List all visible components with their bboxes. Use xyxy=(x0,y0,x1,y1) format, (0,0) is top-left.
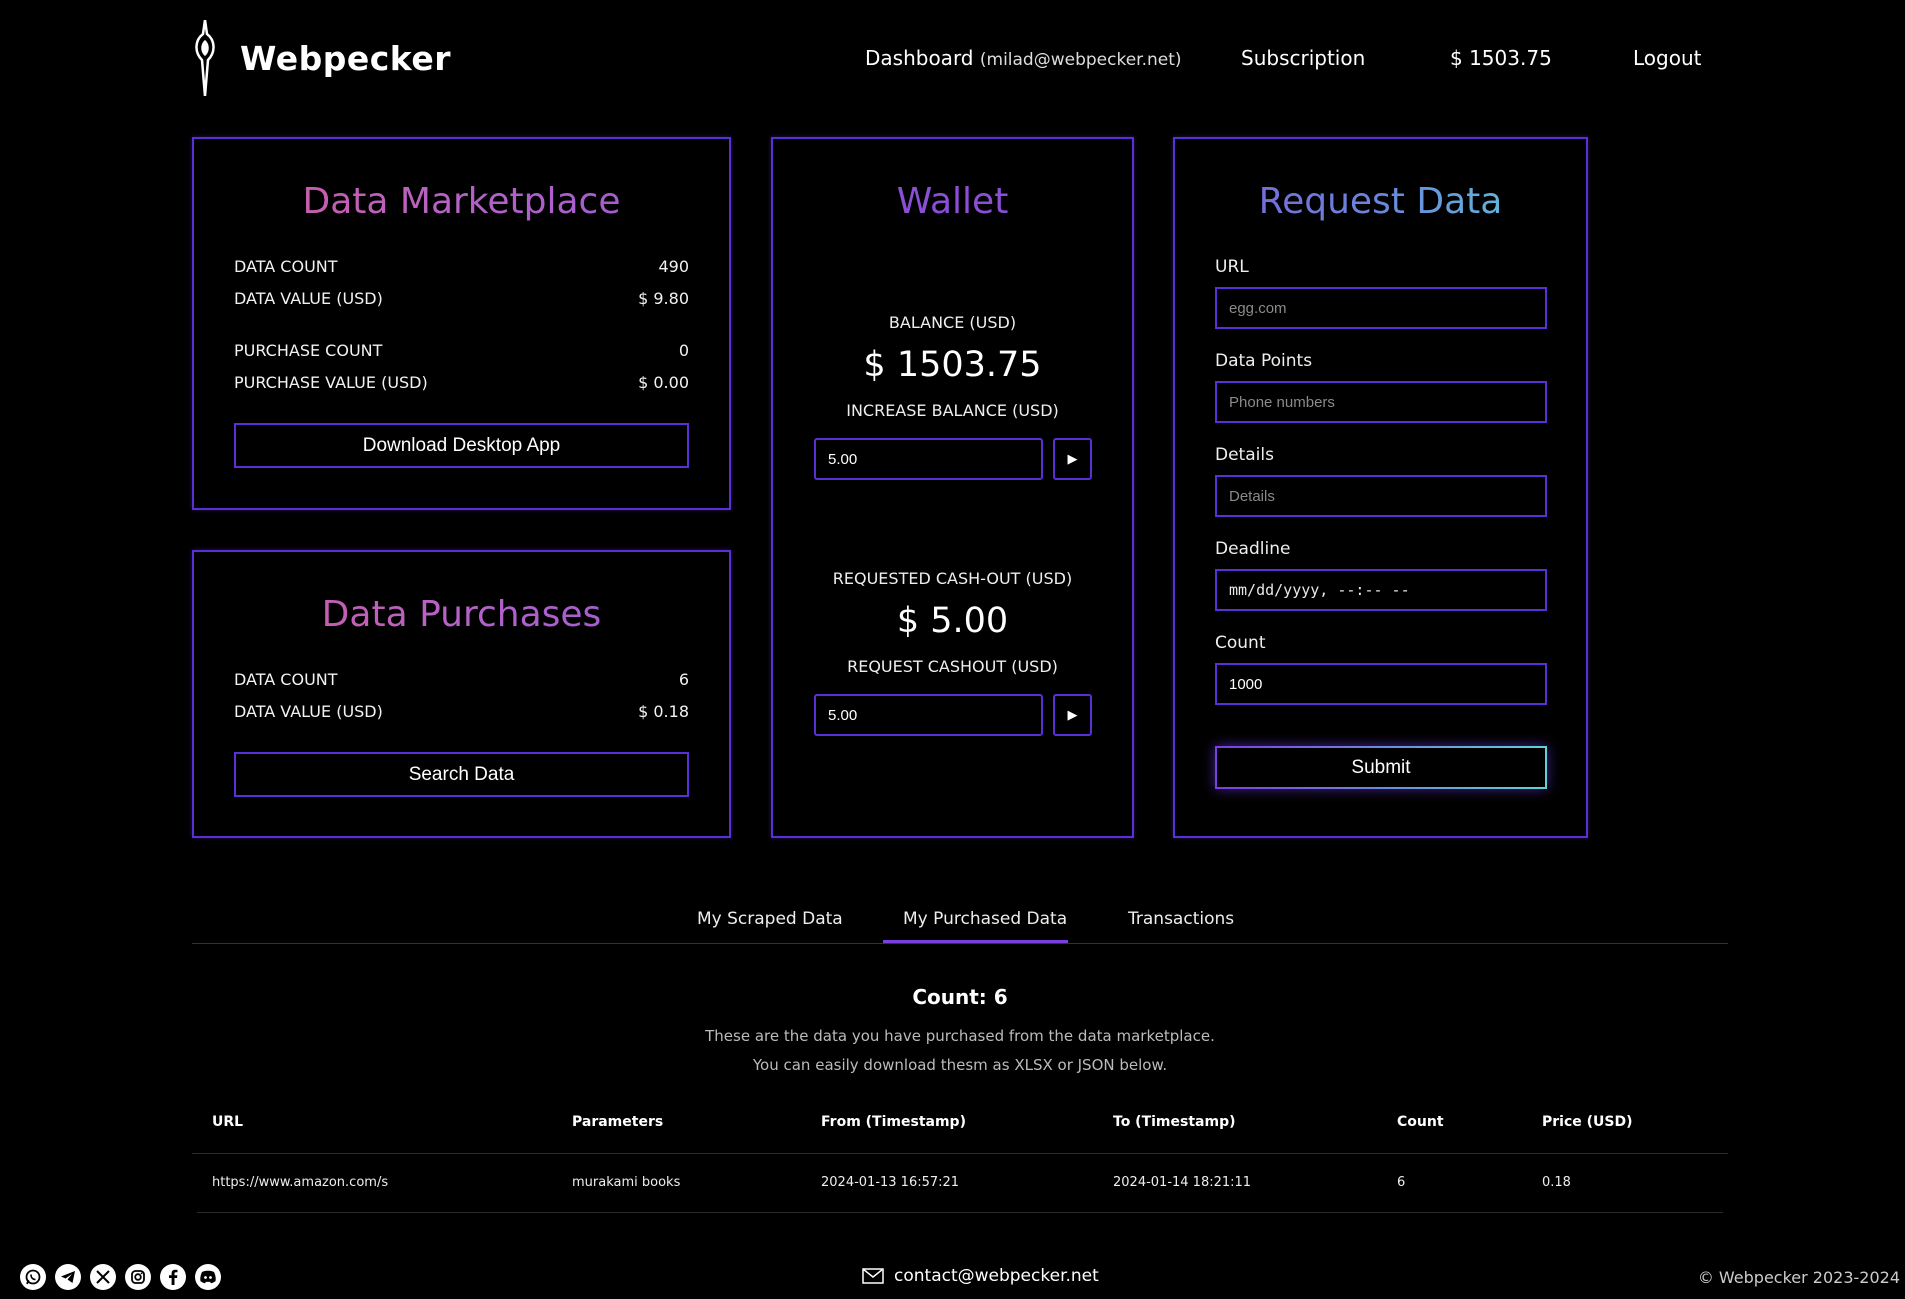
stat-label: PURCHASE COUNT xyxy=(234,341,383,360)
column-header-from[interactable]: From (Timestamp) xyxy=(821,1114,966,1130)
facebook-icon[interactable] xyxy=(160,1264,186,1290)
copyright: © Webpecker 2023-2024 xyxy=(1697,1268,1900,1287)
request-cashout-submit-button[interactable]: ▶ xyxy=(1053,694,1092,736)
cell-url: https://www.amazon.com/s xyxy=(212,1175,389,1190)
deadline-placeholder: mm/dd/yyyy, --:-- -- xyxy=(1229,581,1410,599)
mail-icon xyxy=(862,1268,884,1284)
stat-label: DATA VALUE (USD) xyxy=(234,289,383,308)
stat-value: 0 xyxy=(678,341,689,360)
nav-dashboard-label: Dashboard xyxy=(865,46,974,70)
tabs-divider xyxy=(192,943,1728,944)
deadline-datetime-input[interactable]: mm/dd/yyyy, --:-- -- xyxy=(1215,569,1547,611)
count-input[interactable]: 1000 xyxy=(1215,663,1547,705)
tab-transactions[interactable]: Transactions xyxy=(1128,909,1234,929)
panel-title: Request Data xyxy=(1175,181,1586,222)
details-input[interactable]: Details xyxy=(1215,475,1547,517)
brand-name: Webpecker xyxy=(240,38,452,78)
requested-cashout-amount: $ 5.00 xyxy=(896,601,1009,641)
column-header-url[interactable]: URL xyxy=(212,1114,243,1130)
whatsapp-icon[interactable] xyxy=(20,1264,46,1290)
stat-label: PURCHASE VALUE (USD) xyxy=(234,373,428,392)
table-row-divider xyxy=(197,1212,1723,1213)
search-data-button[interactable]: Search Data xyxy=(234,752,689,797)
purchased-description-line-2: You can easily download thesm as XLSX or… xyxy=(752,1056,1168,1074)
cell-parameters: murakami books xyxy=(572,1175,681,1190)
stat-data-count: DATA COUNT 6 xyxy=(234,670,689,689)
stat-label: DATA COUNT xyxy=(234,257,338,276)
nav-subscription[interactable]: Subscription xyxy=(1241,46,1365,70)
nav-user-email: (milad@webpecker.net) xyxy=(979,50,1182,70)
stat-purchase-value: PURCHASE VALUE (USD) $ 0.00 xyxy=(234,373,689,392)
count-label: Count xyxy=(1215,633,1266,653)
url-input[interactable]: egg.com xyxy=(1215,287,1547,329)
stat-purchase-count: PURCHASE COUNT 0 xyxy=(234,341,689,360)
details-placeholder: Details xyxy=(1229,487,1275,505)
download-desktop-app-button[interactable]: Download Desktop App xyxy=(234,423,689,468)
cell-from: 2024-01-13 16:57:21 xyxy=(821,1175,960,1190)
panel-title: Data Marketplace xyxy=(194,181,729,222)
stat-value: $ 0.18 xyxy=(638,702,689,721)
play-icon: ▶ xyxy=(1067,451,1078,467)
data-points-input[interactable]: Phone numbers xyxy=(1215,381,1547,423)
play-icon: ▶ xyxy=(1067,707,1078,723)
url-placeholder: egg.com xyxy=(1229,299,1287,317)
data-marketplace-panel: Data Marketplace DATA COUNT 490 DATA VAL… xyxy=(192,137,731,510)
deadline-label: Deadline xyxy=(1215,539,1291,559)
contact-email-link[interactable]: contact@webpecker.net xyxy=(862,1266,1099,1286)
wallet-panel: Wallet BALANCE (USD) $ 1503.75 INCREASE … xyxy=(771,137,1134,838)
x-icon[interactable] xyxy=(90,1264,116,1290)
nav-dashboard[interactable]: Dashboard (milad@webpecker.net) xyxy=(865,46,1182,70)
data-points-placeholder: Phone numbers xyxy=(1229,393,1335,411)
stat-data-value: DATA VALUE (USD) $ 9.80 xyxy=(234,289,689,308)
url-label: URL xyxy=(1215,257,1249,277)
increase-balance-input[interactable]: 5.00 xyxy=(814,438,1043,480)
stat-value: 6 xyxy=(678,670,689,689)
cell-to: 2024-01-14 18:21:11 xyxy=(1113,1175,1252,1190)
stat-data-count: DATA COUNT 490 xyxy=(234,257,689,276)
tab-my-scraped-data[interactable]: My Scraped Data xyxy=(697,909,843,929)
tab-my-purchased-data[interactable]: My Purchased Data xyxy=(903,909,1067,929)
request-cashout-label: REQUEST CASHOUT (USD) xyxy=(847,657,1058,676)
table-header-divider xyxy=(192,1153,1728,1154)
panel-title: Wallet xyxy=(896,181,1009,222)
column-header-parameters[interactable]: Parameters xyxy=(572,1114,663,1130)
instagram-icon[interactable] xyxy=(125,1264,151,1290)
details-label: Details xyxy=(1215,445,1274,465)
data-points-label: Data Points xyxy=(1215,351,1313,371)
submit-request-button[interactable]: Submit xyxy=(1215,746,1547,789)
balance-label: BALANCE (USD) xyxy=(888,313,1017,332)
brand-logo[interactable]: Webpecker xyxy=(190,20,451,96)
woodpecker-logo-icon xyxy=(195,20,215,96)
column-header-count[interactable]: Count xyxy=(1397,1114,1444,1130)
nav-logout[interactable]: Logout xyxy=(1633,46,1701,70)
balance-amount: $ 1503.75 xyxy=(863,345,1042,385)
nav-balance[interactable]: $ 1503.75 xyxy=(1450,46,1552,70)
stat-value: $ 9.80 xyxy=(638,289,689,308)
stat-label: DATA COUNT xyxy=(234,670,338,689)
cell-price: 0.18 xyxy=(1542,1175,1571,1190)
discord-icon[interactable] xyxy=(195,1264,221,1290)
increase-balance-label: INCREASE BALANCE (USD) xyxy=(846,401,1059,420)
stat-data-value: DATA VALUE (USD) $ 0.18 xyxy=(234,702,689,721)
stat-value: 490 xyxy=(658,257,689,276)
column-header-to[interactable]: To (Timestamp) xyxy=(1113,1114,1236,1130)
contact-email: contact@webpecker.net xyxy=(894,1266,1099,1286)
column-header-price[interactable]: Price (USD) xyxy=(1542,1114,1633,1130)
purchased-count-title: Count: 6 xyxy=(912,985,1008,1009)
panel-title: Data Purchases xyxy=(194,594,729,635)
requested-cashout-label: REQUESTED CASH-OUT (USD) xyxy=(832,569,1073,588)
request-cashout-input[interactable]: 5.00 xyxy=(814,694,1043,736)
increase-balance-submit-button[interactable]: ▶ xyxy=(1053,438,1092,480)
purchased-description-line-1: These are the data you have purchased fr… xyxy=(705,1027,1215,1045)
stat-value: $ 0.00 xyxy=(638,373,689,392)
telegram-icon[interactable] xyxy=(55,1264,81,1290)
data-purchases-panel: Data Purchases DATA COUNT 6 DATA VALUE (… xyxy=(192,550,731,838)
stat-label: DATA VALUE (USD) xyxy=(234,702,383,721)
cell-count: 6 xyxy=(1397,1175,1406,1190)
request-data-panel: Request Data URL egg.com Data Points Pho… xyxy=(1173,137,1588,838)
